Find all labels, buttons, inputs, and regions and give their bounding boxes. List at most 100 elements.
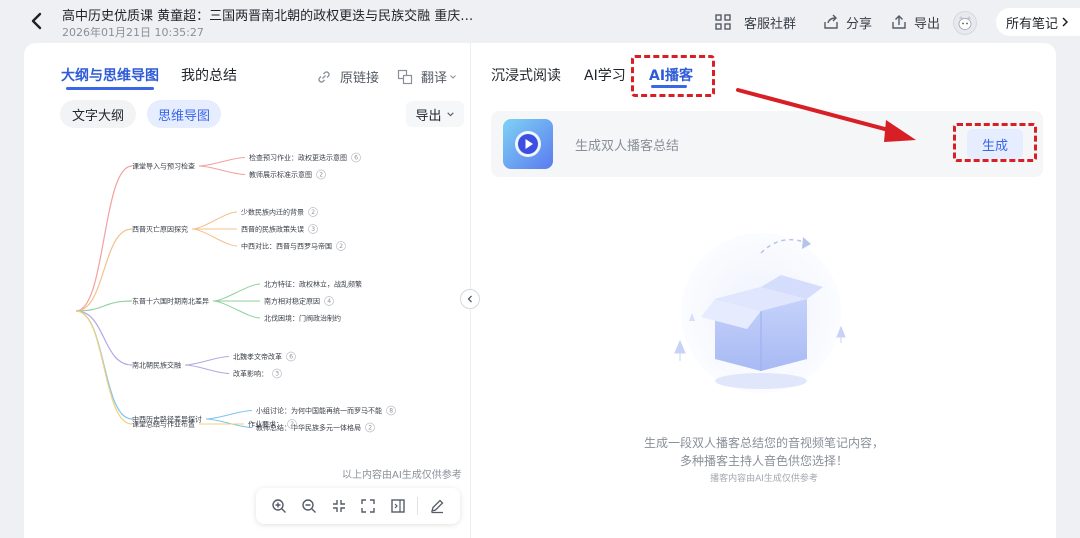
mindmap-child-link (205, 410, 253, 420)
collapse-panel-button[interactable] (460, 289, 480, 309)
tab-my-summary[interactable]: 我的总结 (181, 65, 237, 85)
mindmap-child-node: 作业要求： (248, 420, 283, 429)
empty-box-illustration (674, 233, 846, 393)
tab-ai-podcast[interactable]: AI播客 (649, 65, 693, 85)
side-panel-button[interactable] (383, 491, 413, 521)
chevron-left-icon (467, 295, 472, 303)
zoom-in-icon (272, 499, 286, 513)
empty-state-line-1: 生成一段双人播客总结您的音视频笔记内容， (643, 436, 884, 450)
podcast-thumbnail (503, 119, 553, 169)
document-title: 高中历史优质课 黄童超：三国两晋南北朝的政权更迭与民族交融 重庆… (62, 9, 474, 24)
podcast-card-text: 生成双人播客总结 (575, 139, 680, 154)
zoom-out-icon (302, 499, 316, 513)
customer-group-label: 客服社群 (744, 16, 797, 32)
document-timestamp: 2026年01月21日 10:35:27 (62, 26, 204, 39)
mindmap-count-label: 2 (368, 425, 372, 432)
toolbar-divider (417, 497, 419, 515)
mindmap-branch-node: 南北朝民族交融 (132, 361, 181, 370)
chevron-down-icon (446, 111, 454, 116)
shrink-icon (332, 500, 345, 512)
mindmap-child-node: 检查预习作业：政权更迭示意图 (249, 153, 347, 162)
tab-immersive-reading[interactable]: 沉浸式阅读 (491, 65, 561, 85)
pill-text-outline[interactable]: 文字大纲 (60, 100, 136, 128)
original-link-label: 原链接 (340, 71, 380, 86)
mindmap-count-label: 3 (275, 371, 279, 378)
tab-underline (651, 85, 687, 88)
side-panel-icon (391, 499, 405, 513)
mindmap-child-node: 北方特征：政权林立，战乱频繁 (264, 280, 362, 289)
cat-avatar-icon (958, 16, 972, 30)
back-button[interactable] (26, 10, 48, 32)
empty-state-note: 播客内容由AI生成仅供参考 (710, 474, 818, 484)
translate-label: 翻译 (421, 71, 448, 86)
zoom-in-button[interactable] (264, 491, 294, 521)
share-button[interactable]: 分享 (822, 11, 872, 33)
mindmap-child-node: 教师展示标准示意图 (249, 170, 312, 179)
outline-panel: 大纲与思维导图 我的总结 原链接 翻译 文字大纲 思维导图 导出 课堂导入与预习… (24, 43, 470, 538)
tab-ai-study[interactable]: AI学习 (584, 65, 626, 85)
export-mindmap-label: 导出 (415, 108, 442, 124)
pencil-icon (431, 499, 444, 514)
pill-mindmap[interactable]: 思维导图 (147, 100, 221, 128)
mindmap-count-label: 6 (289, 354, 293, 361)
mindmap-count-label: 2 (319, 172, 323, 179)
mindmap-branch-node: 东晋十六国时期南北差异 (132, 297, 209, 306)
upload-icon (892, 15, 906, 29)
mindmap-count-label: 6 (354, 155, 358, 162)
mindmap-canvas[interactable]: 课堂导入与预习检查 检查预习作业：政权更迭示意图 6 教师展示标准示意图 2 西晋灭亡原因… (24, 133, 470, 433)
fullscreen-icon (361, 499, 376, 513)
original-link-button[interactable]: 原链接 (316, 67, 379, 86)
fullscreen-button[interactable] (353, 491, 383, 521)
mindmap-branch-link (75, 310, 133, 425)
mindmap-child-node: 少数民族内迁的背景 (241, 208, 304, 217)
mindmap-branch-node: 课堂导入与预习检查 (132, 162, 195, 171)
grid-icon (715, 14, 731, 30)
customer-group-button[interactable]: 客服社群 (714, 11, 796, 33)
generate-button[interactable]: 生成 (967, 129, 1023, 159)
mindmap-child-node: 小组讨论：为何中国能再统一而罗马不能 (256, 406, 382, 415)
mindmap-child-link (212, 300, 261, 319)
all-notes-label: 所有笔记 (1006, 16, 1059, 32)
edit-button[interactable] (422, 491, 452, 521)
tab-outline-mindmap[interactable]: 大纲与思维导图 (61, 65, 159, 85)
mindmap-child-link (205, 418, 253, 428)
collapse-view-button[interactable] (324, 491, 354, 521)
mindmap-count-label: 3 (311, 226, 315, 233)
mindmap-child-link (198, 157, 246, 167)
play-icon (515, 131, 541, 157)
mindmap-branch-link (75, 165, 133, 312)
mindmap-branch-link (75, 310, 133, 366)
chevron-down-icon (450, 74, 456, 79)
all-notes-button[interactable]: 所有笔记 (996, 8, 1080, 36)
mindmap-child-link (191, 228, 238, 247)
top-header: 高中历史优质课 黄童超：三国两晋南北朝的政权更迭与民族交融 重庆… 2026年0… (0, 0, 1080, 42)
mindmap-branch-node: 西晋灭亡原因探究 (132, 225, 188, 234)
mindmap-branch-node: 课堂总结与作业布置 (132, 420, 195, 429)
avatar[interactable] (953, 11, 977, 35)
mindmap-count-label: 2 (311, 209, 315, 216)
annotation-arrow (736, 88, 916, 142)
chevron-left-icon (31, 12, 42, 30)
tab-underline (66, 87, 154, 90)
translate-icon (397, 69, 413, 84)
export-header-button[interactable]: 导出 (890, 11, 940, 33)
empty-state-line-2: 多种播客主持人音色供您选择！ (679, 454, 848, 468)
translate-button[interactable]: 翻译 (397, 67, 465, 86)
export-mindmap-button[interactable]: 导出 (406, 101, 464, 127)
mindmap-count-label: 2 (290, 421, 294, 428)
mindmap-child-node: 改革影响： (233, 369, 268, 378)
mindmap-count-label: 4 (327, 298, 331, 305)
share-label: 分享 (846, 16, 873, 32)
mindmap-child-node: 中西对比：西晋与西罗马帝国 (241, 242, 332, 251)
mindmap-child-link (184, 356, 230, 366)
mindmap-child-node: 北魏孝文帝改革 (233, 352, 282, 361)
mindmap-child-link (191, 211, 238, 230)
mindmap-child-link (184, 364, 230, 374)
share-icon (824, 14, 838, 29)
mindmap-toolbar (256, 488, 460, 524)
mindmap-count-label: 8 (389, 408, 393, 415)
mindmap-child-link (212, 283, 261, 302)
zoom-out-button[interactable] (294, 491, 324, 521)
chevron-right-icon (1062, 17, 1069, 27)
export-header-label: 导出 (914, 16, 941, 32)
